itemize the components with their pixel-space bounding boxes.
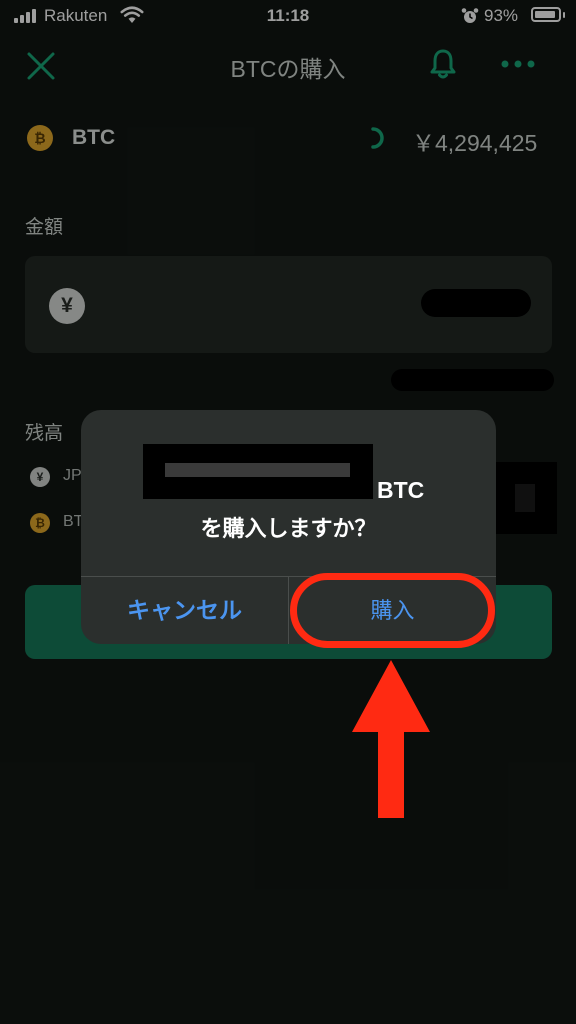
- redacted-dialog-bar: [165, 463, 350, 477]
- dialog-message: を購入しますか？: [200, 516, 377, 541]
- cancel-button[interactable]: キャンセル: [81, 577, 288, 644]
- dialog-message-unit: BTC: [377, 477, 425, 503]
- highlight-ring: [290, 573, 495, 648]
- arrow-up-icon: [352, 660, 430, 818]
